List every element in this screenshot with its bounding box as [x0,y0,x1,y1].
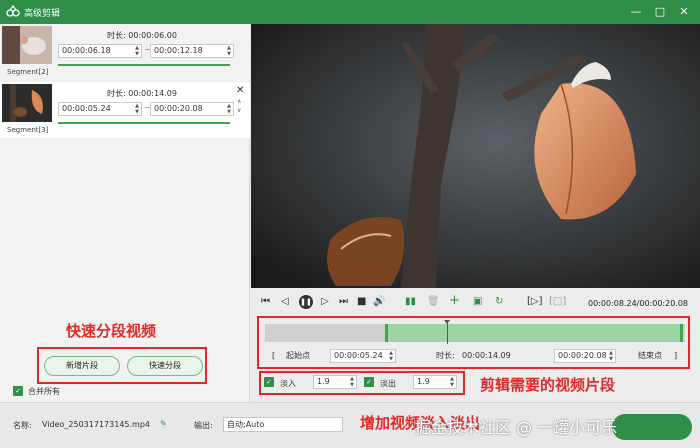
segment-end-input[interactable]: 00:00:20.08 ▲ ▼ [150,102,234,116]
add-segment-button[interactable]: 新增片段 [44,356,120,376]
spinner-icon[interactable]: ▲ ▼ [227,103,231,115]
video-preview[interactable] [251,24,700,288]
reset-icon[interactable]: ↻ [495,296,503,307]
remove-segment-icon[interactable]: ✕ [236,85,244,96]
fade-out-input[interactable]: 1.9 ▲ ▼ [413,375,457,389]
fade-out-checkbox[interactable]: ✓ [364,377,374,387]
annotation-cut: 剪辑需要的视频片段 [480,376,616,394]
segment-end-input[interactable]: 00:00:12.18 ▲ ▼ [150,44,234,58]
segment-item-selected[interactable]: Segment[3] 时长: 00:00:14.09 00:00:05.24 ▲ ▼… [0,82,250,138]
segment-thumbnail [2,26,52,64]
skip-start-icon[interactable]: ⏮ [261,296,270,307]
segment-thumbnail [2,84,52,122]
fade-in-checkbox[interactable]: ✓ [264,377,274,387]
playhead-marker-icon[interactable] [444,320,450,324]
fade-in-input[interactable]: 1.9 ▲ ▼ [313,375,357,389]
segment-item[interactable]: Segment[2] 时长: 00:00:06.00 00:00:06.18 ▲ ▼… [0,24,250,80]
file-name-label: 名称: [13,421,32,430]
playback-time: 00:00:08.24/00:00:20.08 [588,299,688,308]
trim-duration-label: 时长: [436,351,455,360]
reorder-icon[interactable]: ∧ ∨ [237,97,241,115]
export-button[interactable] [612,414,692,440]
file-name-value: Video_250317173145.mp4 [42,420,150,429]
output-select[interactable]: 自动;Auto [223,417,343,432]
split-icon[interactable]: ▮▮ [405,296,416,307]
app-icon [6,5,20,17]
copy-icon[interactable]: ▣ [473,296,482,307]
spinner-icon[interactable]: ▲ ▼ [350,376,354,388]
spinner-icon[interactable]: ▲ ▼ [389,350,393,362]
segment-progress [58,64,230,66]
stop-icon[interactable]: ■ [357,296,366,307]
set-start-button[interactable]: 起始点 [286,349,310,363]
segment-label: Segment[3] [7,126,49,134]
segment-duration: 时长: 00:00:14.09 [107,89,177,98]
merge-all-label: 合并所有 [28,387,60,396]
title-bar: 高级剪辑 — □ ✕ [0,0,700,24]
spinner-icon[interactable]: ▲ ▼ [450,376,454,388]
step-back-icon[interactable]: ◁ [281,296,289,307]
skip-end-icon[interactable]: ⏭ [339,296,348,307]
end-bracket: ] [674,351,678,360]
spinner-icon[interactable]: ▲ ▼ [135,103,139,115]
segment-progress [58,122,230,124]
start-bracket: [ [272,351,276,360]
merge-all-checkbox[interactable]: ✓ [13,386,23,396]
maximize-button[interactable]: □ [652,4,668,20]
pause-icon[interactable]: ❚❚ [299,295,313,309]
fade-in-label: 淡入 [280,379,296,388]
add-icon[interactable]: + [449,293,460,308]
selected-range[interactable] [385,324,683,342]
spinner-icon[interactable]: ▲ ▼ [135,45,139,57]
fade-out-label: 淡出 [380,379,396,388]
window-title: 高级剪辑 [24,9,61,19]
segment-duration: 时长: 00:00:06.00 [107,31,177,40]
minimize-button[interactable]: — [628,4,644,20]
output-label: 输出: [194,421,213,430]
watermark: 掘金技术社区 @ 一罐小可乐 [415,418,618,437]
spinner-icon[interactable]: ▲ ▼ [609,350,613,362]
trim-duration: 00:00:14.09 [462,351,511,360]
annotation-quick-split: 快速分段视频 [66,322,157,340]
segment-label: Segment[2] [7,68,49,76]
quick-split-button[interactable]: 快速分段 [127,356,203,376]
trim-end-input[interactable]: 00:00:20.08 ▲ ▼ [554,349,616,363]
segment-start-input[interactable]: 00:00:06.18 ▲ ▼ [58,44,142,58]
close-window-button[interactable]: ✕ [676,4,692,20]
segment-panel: Segment[2] 时长: 00:00:06.00 00:00:06.18 ▲ ▼… [0,24,250,402]
player-controls: ⏮ ◁ ❚❚ ▷ ⏭ ■ 🔊 ▮▮ 🗑 + ▣ ↻ [▷] [□] 00:00:… [251,292,700,314]
set-end-button[interactable]: 结束点 [638,349,662,363]
mark-range-icon[interactable]: [▷] [527,296,543,307]
delete-icon[interactable]: 🗑 [427,296,440,307]
crop-icon[interactable]: [□] [549,296,566,307]
edit-name-icon[interactable]: ✎ [160,419,167,428]
segment-start-input[interactable]: 00:00:05.24 ▲ ▼ [58,102,142,116]
trim-start-input[interactable]: 00:00:05.24 ▲ ▼ [330,349,396,363]
step-forward-icon[interactable]: ▷ [321,296,329,307]
spinner-icon[interactable]: ▲ ▼ [227,45,231,57]
volume-icon[interactable]: 🔊 [373,296,385,307]
